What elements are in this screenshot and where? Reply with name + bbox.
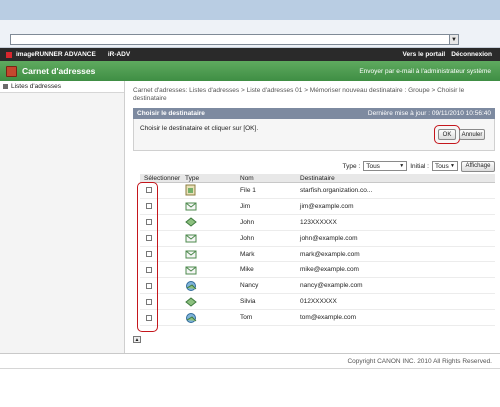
checkbox-highlight-ring [137, 182, 158, 332]
recipient-name: Jim [240, 202, 251, 210]
table-header-row: Sélectionner Type Nom Destinataire [140, 174, 495, 183]
main-content: Carnet d'adresses: Listes d'adresses > L… [125, 81, 500, 353]
last-update: Dernière mise à jour : 09/11/2010 10:56:… [367, 110, 491, 117]
recipient-destination: starfish.organization.co... [300, 186, 373, 194]
recipient-destination: john@example.com [300, 234, 358, 242]
instruction-text: Choisir le destinataire et cliquer sur [… [140, 125, 259, 132]
model-name: iR-ADV [107, 51, 131, 58]
recipient-destination: 012XXXXXX [300, 298, 337, 306]
fax-icon [185, 216, 197, 228]
header-destination: Destinataire [300, 174, 335, 182]
table-row: File 1 starfish.organization.co... [140, 183, 495, 199]
initial-filter-value: Tous [435, 162, 449, 170]
recipient-name: Mike [240, 266, 254, 274]
chevron-down-icon: ▼ [450, 163, 455, 169]
header-type: Type [185, 174, 200, 182]
table-row: John 123XXXXXX [140, 215, 495, 231]
scroll-top-icon[interactable]: ▲ [133, 336, 141, 343]
browser-title-bar [0, 0, 500, 20]
table-row: Mike mike@example.com [140, 262, 495, 279]
url-input[interactable] [10, 34, 458, 45]
fax-icon [185, 296, 197, 308]
recipient-table: Sélectionner Type Nom Destinataire File … [140, 174, 495, 327]
url-dropdown-icon[interactable]: ▼ [449, 34, 459, 45]
ok-button[interactable]: OK [438, 129, 456, 140]
product-name: imageRUNNER ADVANCE [16, 51, 96, 58]
email-icon [185, 200, 197, 212]
browser-address-bar: ▼ [0, 20, 500, 48]
email-icon [185, 232, 197, 244]
filter-bar: Type : Tous ▼ Initial : Tous ▼ Affichage [133, 160, 495, 172]
list-bullet-icon [3, 84, 8, 89]
recipient-destination: nancy@example.com [300, 282, 363, 290]
dialog-title: Choisir le destinataire [137, 110, 205, 117]
portal-link[interactable]: Vers le portail [403, 51, 446, 58]
header-name: Nom [240, 174, 254, 182]
ifax-icon [185, 280, 197, 292]
table-row: Nancy nancy@example.com [140, 278, 495, 295]
display-button[interactable]: Affichage [461, 160, 495, 172]
table-row: Mark mark@example.com [140, 247, 495, 263]
table-row: John john@example.com [140, 231, 495, 247]
type-filter-select[interactable]: Tous ▼ [363, 161, 408, 171]
initial-filter-select[interactable]: Tous ▼ [432, 161, 458, 171]
page-title-bar: Carnet d'adresses Envoyer par e-mail à l… [0, 61, 500, 81]
initial-filter-label: Initial : [410, 162, 429, 170]
status-area [0, 368, 500, 407]
sidebar: Listes d'adresses [0, 81, 125, 353]
logout-link[interactable]: Déconnexion [451, 51, 492, 58]
copyright-footer: Copyright CANON INC. 2010 All Rights Res… [0, 353, 500, 368]
type-filter-value: Tous [366, 162, 380, 170]
recipient-name: John [240, 218, 255, 226]
email-admin-link[interactable]: Envoyer par e-mail à l'administrateur sy… [359, 68, 491, 75]
recipient-name: John [240, 234, 255, 242]
recipient-destination: jim@example.com [300, 202, 354, 210]
recipient-name: Mark [240, 250, 255, 258]
recipient-destination: 123XXXXXX [300, 218, 337, 226]
table-row: Tom tom@example.com [140, 310, 495, 327]
recipient-name: Nancy [240, 282, 259, 290]
address-book-icon [6, 65, 17, 77]
type-filter-label: Type : [342, 162, 361, 170]
email-icon [185, 264, 197, 276]
canon-logo-icon [6, 51, 12, 58]
ifax-icon [185, 312, 197, 324]
recipient-name: Silvia [240, 298, 256, 306]
chevron-down-icon: ▼ [399, 163, 405, 169]
dialog-header: Choisir le destinataire Dernière mise à … [133, 108, 495, 119]
table-row: Jim jim@example.com [140, 199, 495, 215]
header-select: Sélectionner [144, 174, 181, 182]
cancel-button[interactable]: Annuler [459, 129, 485, 140]
breadcrumb: Carnet d'adresses: Listes d'adresses > L… [133, 87, 465, 102]
sidebar-item-address-lists[interactable]: Listes d'adresses [0, 81, 124, 93]
sidebar-item-label: Listes d'adresses [11, 83, 62, 90]
recipient-name: Tom [240, 314, 253, 322]
file-icon [185, 184, 197, 196]
recipient-name: File 1 [240, 186, 256, 194]
dialog-body: Choisir le destinataire et cliquer sur [… [133, 119, 495, 151]
email-icon [185, 248, 197, 260]
recipient-destination: tom@example.com [300, 314, 357, 322]
recipient-destination: mark@example.com [300, 250, 360, 258]
app-header: imageRUNNER ADVANCE iR-ADV Vers le porta… [0, 48, 500, 61]
recipient-destination: mike@example.com [300, 266, 359, 274]
table-row: Silvia 012XXXXXX [140, 294, 495, 311]
page-title: Carnet d'adresses [22, 66, 96, 76]
